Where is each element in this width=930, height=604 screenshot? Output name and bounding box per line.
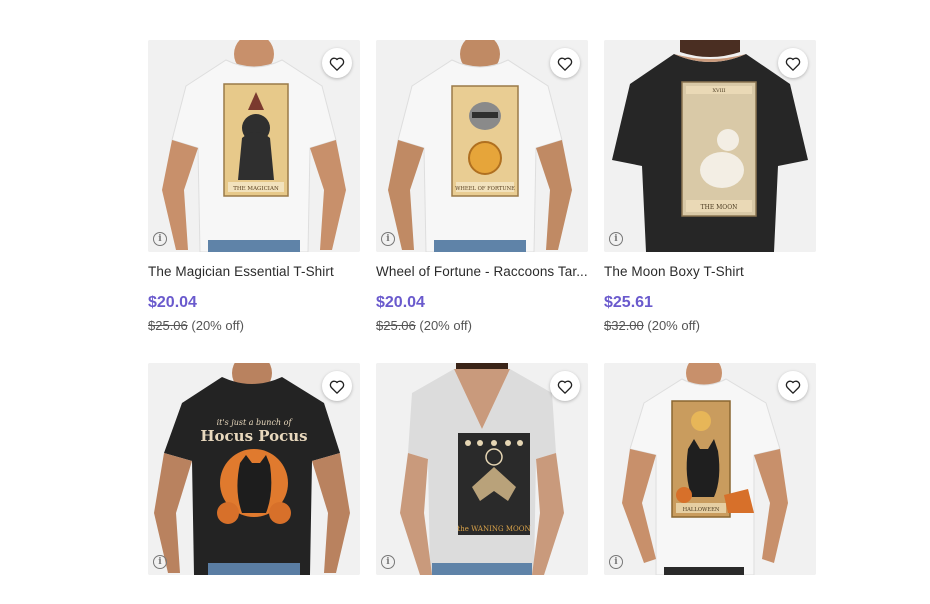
info-circle-icon[interactable]: i: [153, 232, 167, 246]
info-circle-icon[interactable]: i: [609, 555, 623, 569]
price-original-row: $32.00 (20% off): [604, 318, 816, 333]
svg-text:THE MAGICIAN: THE MAGICIAN: [233, 186, 279, 192]
product-image[interactable]: WHEEL OF FORTUNE i: [376, 40, 588, 252]
svg-text:WHEEL OF FORTUNE: WHEEL OF FORTUNE: [455, 186, 515, 192]
heart-outline-icon: [557, 380, 573, 394]
favorite-button[interactable]: [778, 371, 808, 401]
favorite-button[interactable]: [550, 48, 580, 78]
favorite-button[interactable]: [322, 48, 352, 78]
product-card[interactable]: THE MAGICIAN i The Magician Essential T-…: [148, 40, 360, 333]
svg-text:XVIII: XVIII: [712, 88, 725, 94]
price-original-row: $25.06 (20% off): [376, 318, 588, 333]
product-card[interactable]: XVIII THE MOON i The Moon Boxy T-Shirt $…: [604, 40, 816, 333]
heart-outline-icon: [785, 57, 801, 71]
product-price: $25.61: [604, 294, 653, 311]
discount-label: (20% off): [647, 318, 700, 333]
product-image[interactable]: it's just a bunch of Hocus Pocus i: [148, 363, 360, 575]
heart-outline-icon: [329, 57, 345, 71]
original-price: $32.00: [604, 318, 644, 333]
favorite-button[interactable]: [322, 371, 352, 401]
product-image[interactable]: HALLOWEEN i: [604, 363, 816, 575]
product-card[interactable]: WHEEL OF FORTUNE i Wheel of Fortune - Ra…: [376, 40, 588, 333]
product-price: $20.04: [148, 294, 197, 311]
svg-text:Hocus Pocus: Hocus Pocus: [200, 427, 307, 445]
product-title[interactable]: Wheel of Fortune - Raccoons Tar...: [376, 264, 588, 279]
price-original-row: $25.06 (20% off): [148, 318, 360, 333]
product-image[interactable]: the WANING MOON i: [376, 363, 588, 575]
info-circle-icon[interactable]: i: [381, 555, 395, 569]
info-circle-icon[interactable]: i: [153, 555, 167, 569]
product-title[interactable]: The Moon Boxy T-Shirt: [604, 264, 816, 279]
original-price: $25.06: [376, 318, 416, 333]
favorite-button[interactable]: [778, 48, 808, 78]
heart-outline-icon: [329, 380, 345, 394]
info-circle-icon[interactable]: i: [381, 232, 395, 246]
discount-label: (20% off): [419, 318, 472, 333]
discount-label: (20% off): [191, 318, 244, 333]
product-price: $20.04: [376, 294, 425, 311]
info-circle-icon[interactable]: i: [609, 232, 623, 246]
heart-outline-icon: [785, 380, 801, 394]
product-card[interactable]: it's just a bunch of Hocus Pocus i: [148, 363, 360, 575]
original-price: $25.06: [148, 318, 188, 333]
product-image[interactable]: XVIII THE MOON i: [604, 40, 816, 252]
favorite-button[interactable]: [550, 371, 580, 401]
product-image[interactable]: THE MAGICIAN i: [148, 40, 360, 252]
product-card[interactable]: the WANING MOON i: [376, 363, 588, 575]
svg-text:THE MOON: THE MOON: [701, 204, 738, 211]
heart-outline-icon: [557, 57, 573, 71]
svg-text:HALLOWEEN: HALLOWEEN: [683, 507, 720, 513]
product-card[interactable]: HALLOWEEN i: [604, 363, 816, 575]
svg-text:the WANING MOON: the WANING MOON: [457, 525, 530, 533]
product-title[interactable]: The Magician Essential T-Shirt: [148, 264, 360, 279]
svg-text:it's just a bunch of: it's just a bunch of: [217, 418, 294, 427]
